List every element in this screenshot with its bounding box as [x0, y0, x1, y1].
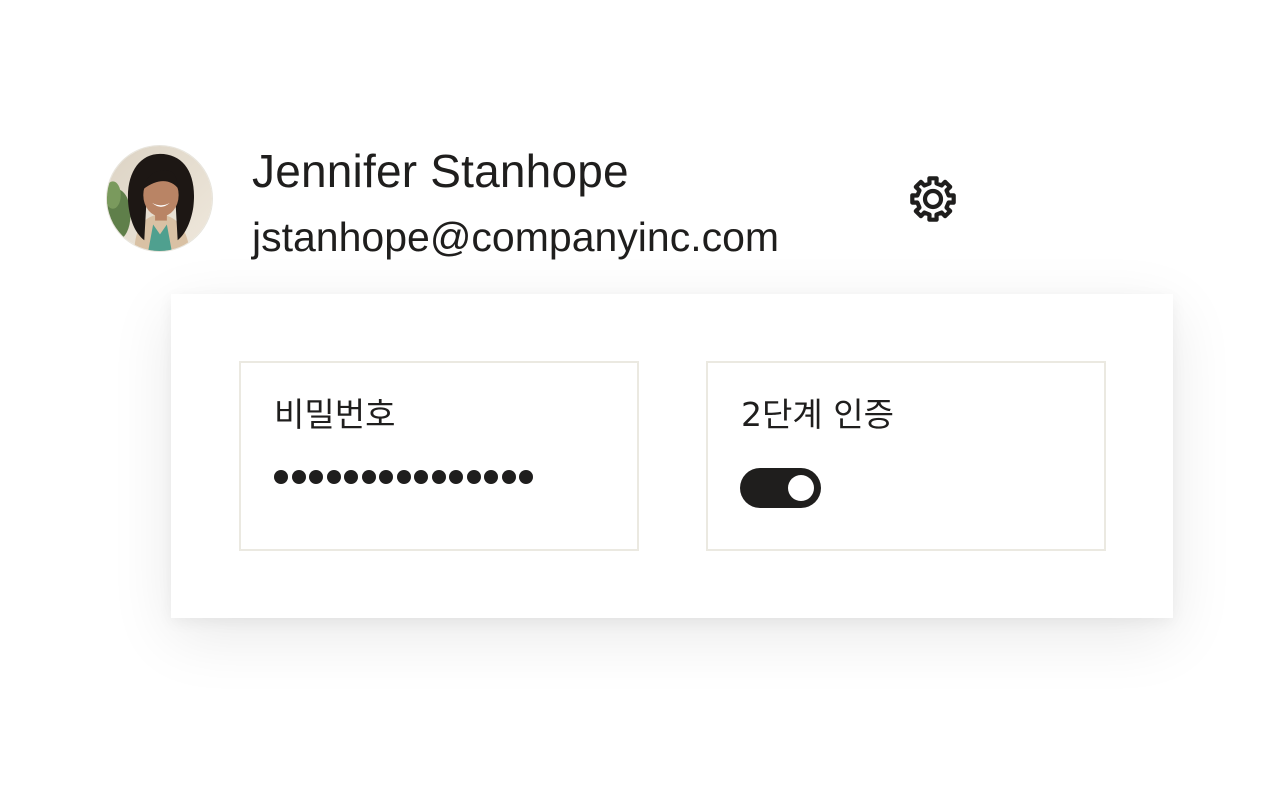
toggle-knob	[788, 475, 814, 501]
password-dot	[414, 470, 428, 484]
password-dot	[466, 470, 481, 484]
password-tile[interactable]: 비밀번호	[239, 361, 639, 551]
two-factor-label: 2단계 인증	[741, 395, 894, 434]
security-card: 비밀번호 2단계 인증	[171, 294, 1173, 618]
password-dot	[501, 470, 516, 484]
avatar	[106, 145, 213, 252]
password-label: 비밀번호	[274, 395, 396, 434]
password-dot	[379, 470, 393, 484]
avatar-photo	[107, 146, 212, 251]
password-dot	[431, 470, 446, 484]
password-dot	[484, 470, 498, 484]
password-value	[274, 470, 533, 484]
password-dot	[274, 470, 288, 484]
gear-icon	[910, 176, 956, 222]
password-dot	[309, 470, 323, 484]
password-dot	[449, 470, 463, 484]
password-dot	[326, 470, 341, 484]
user-email: jstanhope@companyinc.com	[252, 214, 780, 260]
password-dot	[291, 470, 306, 484]
password-dot	[396, 470, 411, 484]
password-dot	[361, 470, 376, 484]
password-dot	[519, 470, 533, 484]
settings-button[interactable]	[904, 170, 962, 228]
password-dot	[344, 470, 358, 484]
user-name: Jennifer Stanhope	[252, 145, 629, 197]
two-factor-tile: 2단계 인증	[706, 361, 1106, 551]
two-factor-toggle[interactable]	[740, 468, 821, 508]
